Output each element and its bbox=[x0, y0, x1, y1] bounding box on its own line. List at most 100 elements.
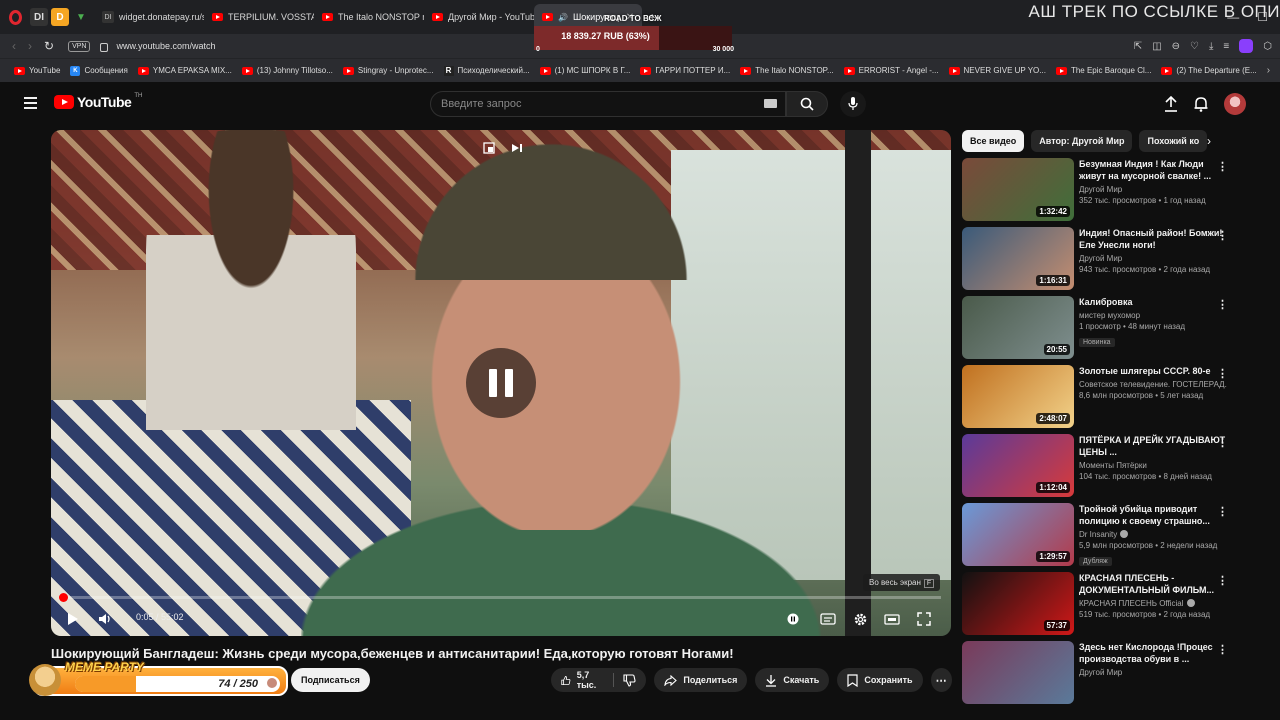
recommendation-item[interactable]: 20:55 Калибровка мистер мухомор 1 просмотр … bbox=[962, 296, 1234, 365]
next-icon[interactable] bbox=[511, 142, 523, 154]
more-vertical-icon[interactable]: ⋮ bbox=[1217, 436, 1228, 449]
profile-icon[interactable] bbox=[1239, 39, 1254, 53]
more-vertical-icon[interactable]: ⋮ bbox=[1217, 160, 1228, 173]
recommendation-title[interactable]: Тройной убийца приводит полицию к своему… bbox=[1079, 503, 1227, 527]
bookmark-item[interactable]: (1) MC ШПОРК В Г... bbox=[539, 66, 630, 75]
bookmark-item[interactable]: K Сообщения bbox=[70, 65, 128, 76]
progress-bar[interactable] bbox=[58, 593, 941, 602]
bell-icon[interactable] bbox=[1194, 96, 1208, 112]
more-vertical-icon[interactable]: ⋮ bbox=[1217, 367, 1228, 380]
upload-icon[interactable] bbox=[1164, 96, 1178, 112]
recommendation-item[interactable]: 1:29:57 Тройной убийца приводит полицию к… bbox=[962, 503, 1234, 572]
thumbnail[interactable]: 1:32:42 bbox=[962, 158, 1074, 221]
channel-name[interactable]: Другой Мир bbox=[1079, 185, 1227, 194]
pinned-tab-di[interactable]: DI bbox=[30, 8, 48, 26]
thumbnail[interactable]: 1:12:04 bbox=[962, 434, 1074, 497]
play-button[interactable] bbox=[63, 608, 83, 630]
url-field[interactable]: www.youtube.com/watch bbox=[116, 41, 215, 51]
share-button[interactable]: Поделиться bbox=[654, 668, 748, 692]
bookmark-item[interactable]: Stingray - Unprotec... bbox=[342, 66, 434, 75]
recommendation-title[interactable]: ПЯТЁРКА И ДРЕЙК УГАДЫВАЮТ ЦЕНЫ ... bbox=[1079, 434, 1227, 458]
channel-name[interactable]: Моменты Пятёрки bbox=[1079, 461, 1227, 470]
bookmark-item[interactable]: The Italo NONSTOP... bbox=[740, 66, 834, 75]
more-vertical-icon[interactable]: ⋮ bbox=[1217, 574, 1228, 587]
more-vertical-icon[interactable]: ⋮ bbox=[1217, 229, 1228, 242]
heart-icon[interactable]: ♡ bbox=[1190, 41, 1199, 52]
more-actions-button[interactable]: ⋯ bbox=[930, 668, 952, 692]
recommendation-title[interactable]: Здесь нет Кислорода !Процес производства… bbox=[1079, 641, 1227, 665]
recommendation-title[interactable]: Индия! Опасный район! Бомжи! Еле Унесли … bbox=[1079, 227, 1227, 251]
scrubber-handle[interactable] bbox=[58, 593, 68, 602]
avatar[interactable] bbox=[1224, 93, 1246, 115]
thumbnail[interactable]: 57:37 bbox=[962, 572, 1074, 635]
chip-related[interactable]: Похожий ко bbox=[1139, 130, 1208, 152]
chip-author[interactable]: Автор: Другой Мир bbox=[1031, 130, 1133, 152]
back-icon[interactable]: ‹ bbox=[12, 39, 16, 53]
channel-name[interactable]: Другой Мир bbox=[1079, 254, 1227, 263]
bookmark-item[interactable]: NEVER GIVE UP YO... bbox=[948, 66, 1046, 75]
tab-drugoy-mir[interactable]: Другой Мир - YouTube bbox=[424, 4, 534, 30]
youtube-logo[interactable]: YouTube TH bbox=[54, 93, 142, 110]
keyboard-icon[interactable] bbox=[764, 99, 777, 108]
pinned-tab-triangle[interactable]: ▼ bbox=[72, 8, 90, 26]
channel-name[interactable]: Советское телевидение. ГОСТЕЛЕРАД... bbox=[1079, 380, 1227, 389]
video-player[interactable]: Во весь экран F 0:05 / 55:02 bbox=[51, 130, 951, 636]
recommendation-title[interactable]: Безумная Индия ! Как Люди живут на мусор… bbox=[1079, 158, 1227, 182]
menu-icon[interactable] bbox=[24, 97, 37, 112]
more-vertical-icon[interactable]: ⋮ bbox=[1217, 643, 1228, 656]
search-button[interactable] bbox=[786, 91, 828, 117]
reload-icon[interactable]: ↻ bbox=[44, 39, 54, 53]
download-button[interactable]: Скачать bbox=[755, 668, 830, 692]
download-icon[interactable]: ⤓ bbox=[1209, 41, 1213, 52]
recommendation-item[interactable]: 2:48:07 Золотые шлягеры СССР. 80-е Советск… bbox=[962, 365, 1234, 434]
extension-icon[interactable]: ⊖ bbox=[1172, 41, 1180, 52]
bookmark-item[interactable]: YMCA EPAKSA MIX... bbox=[137, 66, 232, 75]
bookmark-item[interactable]: (13) Johnny Tillotso... bbox=[241, 66, 333, 75]
voice-search-button[interactable] bbox=[840, 91, 866, 117]
search-box[interactable] bbox=[430, 91, 786, 117]
recommendation-item[interactable]: Здесь нет Кислорода !Процес производства… bbox=[962, 641, 1234, 710]
search-input[interactable] bbox=[431, 92, 731, 116]
camera-icon[interactable]: ◫ bbox=[1152, 41, 1161, 52]
channel-name[interactable]: КРАСНАЯ ПЛЕСЕНЬ Official bbox=[1079, 599, 1227, 608]
channel-name[interactable]: Другой Мир bbox=[1079, 668, 1227, 677]
bookmark-item[interactable]: YouTube bbox=[14, 66, 60, 75]
dislike-button[interactable] bbox=[613, 668, 646, 692]
recommendation-title[interactable]: КРАСНАЯ ПЛЕСЕНЬ - ДОКУМЕНТАЛЬНЫЙ ФИЛЬМ..… bbox=[1079, 572, 1227, 596]
chevron-right-icon[interactable]: › bbox=[1207, 134, 1211, 148]
volume-button[interactable] bbox=[95, 608, 115, 630]
share-page-icon[interactable]: ⇱ bbox=[1134, 41, 1142, 52]
autoplay-toggle[interactable] bbox=[783, 608, 803, 630]
subtitles-button[interactable] bbox=[817, 608, 839, 630]
bookmark-item[interactable]: ГАРРИ ПОТТЕР И... bbox=[640, 66, 730, 75]
recommendation-item[interactable]: 57:37 КРАСНАЯ ПЛЕСЕНЬ - ДОКУМЕНТАЛЬНЫЙ ФИ… bbox=[962, 572, 1234, 641]
channel-name[interactable]: Dr Insanity bbox=[1079, 530, 1227, 539]
more-vertical-icon[interactable]: ⋮ bbox=[1217, 505, 1228, 518]
tab-italo[interactable]: The Italo NONSTOP mega bbox=[314, 4, 424, 30]
like-button[interactable]: 5,7 тыс. bbox=[551, 668, 613, 692]
lock-icon[interactable] bbox=[100, 42, 109, 52]
bookmarks-more-icon[interactable]: › bbox=[1267, 65, 1280, 76]
miniplayer-icon[interactable] bbox=[483, 142, 495, 154]
chip-all[interactable]: Все видео bbox=[962, 130, 1025, 152]
save-button[interactable]: Сохранить bbox=[837, 668, 923, 692]
thumbnail[interactable]: 1:16:31 bbox=[962, 227, 1074, 290]
vpn-badge[interactable]: VPN bbox=[68, 40, 91, 52]
recommendation-item[interactable]: 1:12:04 ПЯТЁРКА И ДРЕЙК УГАДЫВАЮТ ЦЕНЫ ..… bbox=[962, 434, 1234, 503]
thumbnail[interactable] bbox=[962, 641, 1074, 704]
bookmark-item[interactable]: The Epic Baroque Cl... bbox=[1055, 66, 1151, 75]
easy-setup-icon[interactable]: ≡ bbox=[1223, 41, 1229, 52]
fullscreen-button[interactable] bbox=[913, 608, 935, 630]
thumbnail[interactable]: 20:55 bbox=[962, 296, 1074, 359]
recommendation-title[interactable]: Калибровка bbox=[1079, 296, 1227, 308]
wallet-icon[interactable]: ⬡ bbox=[1263, 41, 1272, 52]
thumbnail[interactable]: 1:29:57 bbox=[962, 503, 1074, 566]
bookmark-item[interactable]: R Психоделический... bbox=[443, 65, 530, 76]
opera-menu-button[interactable] bbox=[0, 0, 30, 34]
channel-name[interactable]: мистер мухомор bbox=[1079, 311, 1227, 320]
thumbnail[interactable]: 2:48:07 bbox=[962, 365, 1074, 428]
settings-button[interactable]: HD bbox=[849, 608, 871, 630]
bookmark-item[interactable]: ERRORIST - Angel -... bbox=[843, 66, 939, 75]
pause-indicator[interactable] bbox=[466, 348, 536, 418]
bookmark-item[interactable]: (2) The Departure (E... bbox=[1161, 66, 1257, 75]
